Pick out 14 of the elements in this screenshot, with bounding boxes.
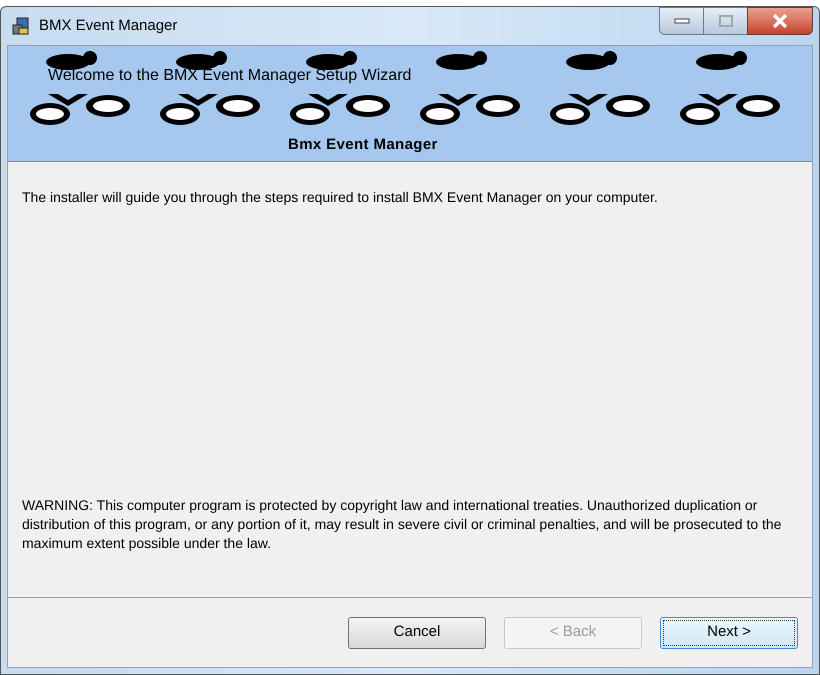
maximize-icon (718, 15, 732, 27)
minimize-button[interactable] (659, 7, 704, 35)
wizard-button[interactable]: Cancel (348, 616, 486, 648)
intro-text: The installer will guide you through the steps required to install BMX Event Manager on your computer. (22, 188, 659, 207)
banner-heading: Welcome to the BMX Event Manager Setup Wizard (48, 66, 412, 86)
close-icon (772, 14, 788, 28)
minimize-icon (674, 18, 690, 24)
warning-text: WARNING: This computer program is protected by copyright law and international treaties. Unauthorized duplication or distribution of this program, or any portion of it, may result in severe civil or criminal penalties, and will be prosecuted to the maximum extent possible under the law. (22, 496, 782, 553)
banner-logo-text: Bmx Event Manager (288, 135, 438, 155)
installer-icon (11, 16, 31, 36)
window-title: BMX Event Manager (39, 16, 178, 36)
wizard-button[interactable]: Next > (660, 616, 798, 648)
maximize-button[interactable] (704, 7, 747, 35)
close-button[interactable] (747, 7, 813, 35)
